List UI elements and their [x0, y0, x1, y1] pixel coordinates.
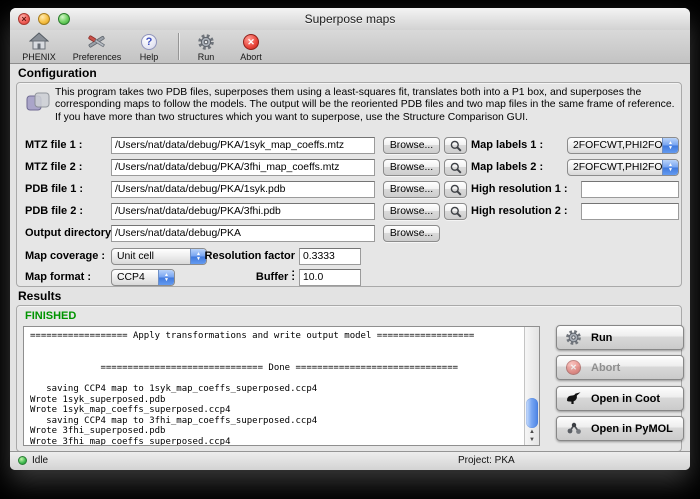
program-icon: [25, 89, 51, 115]
pdb-file-1-row: PDB file 1 : Browse... High resolution 1…: [17, 181, 681, 198]
open-in-pymol-button[interactable]: Open in PyMOL: [556, 416, 684, 441]
open-in-coot-button[interactable]: Open in Coot: [556, 386, 684, 411]
log-output-area[interactable]: ================== Apply transformations…: [23, 326, 540, 446]
results-section-title: Results: [18, 289, 61, 303]
window-title: Superpose maps: [10, 8, 690, 30]
coot-bird-icon: [565, 390, 582, 407]
pdb-file-2-row: PDB file 2 : Browse... High resolution 2…: [17, 203, 681, 220]
toolbar-abort-label: Abort: [240, 52, 262, 62]
run-gear-icon: [197, 32, 215, 51]
pdb-file-2-label: PDB file 2 :: [25, 203, 83, 220]
dropdown-arrows-icon: ▲▼: [158, 270, 174, 285]
magnifier-icon: [450, 206, 462, 218]
map-coverage-dropdown[interactable]: Unit cell ▲▼: [111, 248, 207, 265]
map-labels-2-dropdown[interactable]: 2FOFCWT,PHI2FOF... ▲▼: [567, 159, 679, 176]
abort-icon: ✕: [243, 32, 259, 51]
run-button-label: Run: [591, 332, 612, 344]
pdb-file-2-inspect-button[interactable]: [444, 203, 467, 220]
mtz-file-1-browse-button[interactable]: Browse...: [383, 137, 440, 154]
title-bar[interactable]: × Superpose maps: [10, 8, 690, 30]
toolbar-preferences-button[interactable]: Preferences: [68, 32, 126, 62]
run-gear-icon: [565, 329, 582, 346]
scrollbar-arrows[interactable]: ▲ ▼: [525, 428, 539, 444]
toolbar-abort-button[interactable]: ✕ Abort: [230, 32, 272, 62]
idle-status-icon: [18, 456, 27, 465]
toolbar-phenix-label: PHENIX: [22, 52, 56, 62]
map-coverage-label: Map coverage :: [25, 248, 105, 265]
toolbar-help-label: Help: [140, 52, 159, 62]
toolbar: PHENIX Preferences ? Help: [10, 30, 690, 64]
pdb-file-1-browse-button[interactable]: Browse...: [383, 181, 440, 198]
log-scrollbar[interactable]: ▲ ▼: [524, 327, 539, 445]
map-labels-2-label: Map labels 2 :: [471, 159, 543, 176]
configuration-section-title: Configuration: [18, 66, 97, 80]
results-groupbox: FINISHED ================== Apply transf…: [16, 305, 682, 452]
superpose-maps-window: × Superpose maps PHENIX: [10, 8, 690, 470]
project-label: Project: PKA: [458, 452, 515, 469]
mtz-file-2-browse-button[interactable]: Browse...: [383, 159, 440, 176]
magnifier-icon: [450, 184, 462, 196]
run-button[interactable]: Run: [556, 325, 684, 350]
high-resolution-1-label: High resolution 1 :: [471, 181, 568, 198]
preferences-tools-icon: [87, 32, 107, 51]
abort-button[interactable]: ✕ Abort: [556, 355, 684, 380]
map-labels-1-label: Map labels 1 :: [471, 137, 543, 154]
pdb-file-1-label: PDB file 1 :: [25, 181, 83, 198]
scroll-up-icon[interactable]: ▲: [529, 428, 535, 436]
output-directory-input[interactable]: [111, 225, 375, 242]
phenix-home-icon: [29, 32, 49, 51]
dropdown-arrows-icon: ▲▼: [662, 160, 678, 175]
status-bar: Idle Project: PKA: [10, 451, 690, 470]
toolbar-run-label: Run: [198, 52, 215, 62]
map-format-dropdown[interactable]: CCP4 ▲▼: [111, 269, 175, 286]
pymol-molecule-icon: [565, 420, 582, 437]
map-labels-1-dropdown[interactable]: 2FOFCWT,PHI2FOF... ▲▼: [567, 137, 679, 154]
scroll-down-icon[interactable]: ▼: [529, 436, 535, 444]
high-resolution-2-label: High resolution 2 :: [471, 203, 568, 220]
output-directory-row: Output directory : Browse...: [17, 225, 681, 242]
scrollbar-thumb[interactable]: [526, 398, 538, 429]
magnifier-icon: [450, 162, 462, 174]
toolbar-divider: [178, 33, 179, 60]
high-resolution-2-input[interactable]: [581, 203, 679, 220]
configuration-groupbox: This program takes two PDB files, superp…: [16, 82, 682, 287]
pdb-file-1-input[interactable]: [111, 181, 375, 198]
toolbar-phenix-button[interactable]: PHENIX: [16, 32, 62, 62]
pdb-file-2-browse-button[interactable]: Browse...: [383, 203, 440, 220]
coot-button-label: Open in Coot: [591, 393, 660, 405]
pymol-button-label: Open in PyMOL: [591, 423, 673, 435]
mtz-file-1-row: MTZ file 1 : Browse... Map labels 1 : 2F…: [17, 137, 681, 154]
output-directory-label: Output directory :: [25, 225, 118, 242]
output-directory-browse-button[interactable]: Browse...: [383, 225, 440, 242]
log-text: ================== Apply transformations…: [24, 327, 539, 445]
toolbar-help-button[interactable]: ? Help: [132, 32, 166, 62]
map-format-row: Map format : CCP4 ▲▼ Buffer :: [17, 269, 681, 286]
status-finished-badge: FINISHED: [25, 310, 76, 322]
toolbar-preferences-label: Preferences: [73, 52, 122, 62]
mtz-file-1-inspect-button[interactable]: [444, 137, 467, 154]
pdb-file-1-inspect-button[interactable]: [444, 181, 467, 198]
resolution-factor-input[interactable]: [299, 248, 361, 265]
high-resolution-1-input[interactable]: [581, 181, 679, 198]
magnifier-icon: [450, 140, 462, 152]
mtz-file-2-row: MTZ file 2 : Browse... Map labels 2 : 2F…: [17, 159, 681, 176]
buffer-label: Buffer :: [201, 269, 295, 286]
map-format-label: Map format :: [25, 269, 91, 286]
mtz-file-2-inspect-button[interactable]: [444, 159, 467, 176]
map-coverage-row: Map coverage : Unit cell ▲▼ Resolution f…: [17, 248, 681, 265]
help-icon: ?: [141, 32, 157, 51]
mtz-file-1-input[interactable]: [111, 137, 375, 154]
program-description: This program takes two PDB files, superp…: [55, 87, 677, 124]
abort-icon: ✕: [565, 359, 582, 376]
dropdown-arrows-icon: ▲▼: [662, 138, 678, 153]
mtz-file-1-label: MTZ file 1 :: [25, 137, 82, 154]
pdb-file-2-input[interactable]: [111, 203, 375, 220]
buffer-input[interactable]: [299, 269, 361, 286]
status-state-label: Idle: [32, 452, 48, 469]
abort-button-label: Abort: [591, 362, 620, 374]
mtz-file-2-label: MTZ file 2 :: [25, 159, 82, 176]
mtz-file-2-input[interactable]: [111, 159, 375, 176]
toolbar-run-button[interactable]: Run: [188, 32, 224, 62]
